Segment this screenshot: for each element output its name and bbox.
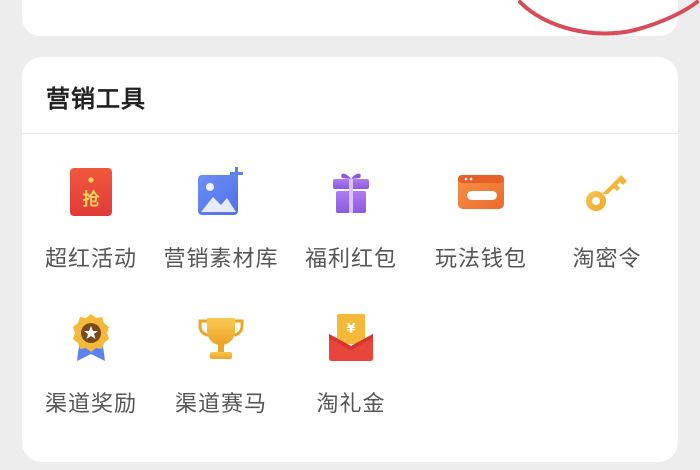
trophy-icon bbox=[198, 318, 244, 359]
medal-icon bbox=[73, 314, 109, 361]
marketing-tools-card: 营销工具 抢 超红活动 营销素材库 福利红包 玩法钱包 淘密令 渠道奖励 渠道赛… bbox=[22, 57, 678, 462]
tool-welfare-red-packet[interactable]: 福利红包 bbox=[286, 167, 416, 287]
gift-envelope-icon-text: ¥ bbox=[346, 322, 355, 337]
tool-super-red-activity[interactable]: 抢 超红活动 bbox=[26, 167, 156, 287]
tool-label: 福利红包 bbox=[304, 247, 397, 272]
tool-label: 渠道奖励 bbox=[44, 392, 137, 417]
key-icon bbox=[586, 175, 627, 211]
tool-label: 超红活动 bbox=[44, 247, 137, 272]
tool-channel-reward[interactable]: 渠道奖励 bbox=[26, 312, 156, 432]
tool-marketing-material-library[interactable]: 营销素材库 bbox=[156, 167, 286, 287]
tool-gameplay-wallet[interactable]: 玩法钱包 bbox=[416, 167, 546, 287]
tool-channel-horse-race[interactable]: 渠道赛马 bbox=[156, 312, 286, 432]
wallet-icon bbox=[458, 175, 504, 209]
tool-label: 玩法钱包 bbox=[434, 247, 527, 272]
tool-label: 渠道赛马 bbox=[174, 392, 267, 417]
annotation-circle-mark bbox=[518, 0, 699, 36]
tool-label: 淘礼金 bbox=[316, 392, 386, 417]
section-title: 营销工具 bbox=[46, 85, 146, 113]
red-packet-icon: 抢 bbox=[70, 168, 112, 216]
image-add-icon bbox=[198, 167, 243, 215]
gift-envelope-icon: ¥ bbox=[329, 314, 373, 361]
tool-label: 淘密令 bbox=[572, 247, 642, 272]
divider bbox=[22, 133, 678, 134]
tool-label: 营销素材库 bbox=[163, 247, 279, 272]
tool-taobao-gift-money[interactable]: ¥ 淘礼金 bbox=[286, 312, 416, 432]
red-packet-icon-text: 抢 bbox=[83, 189, 101, 210]
tool-taobao-password[interactable]: 淘密令 bbox=[542, 167, 672, 287]
gift-icon bbox=[333, 173, 369, 213]
